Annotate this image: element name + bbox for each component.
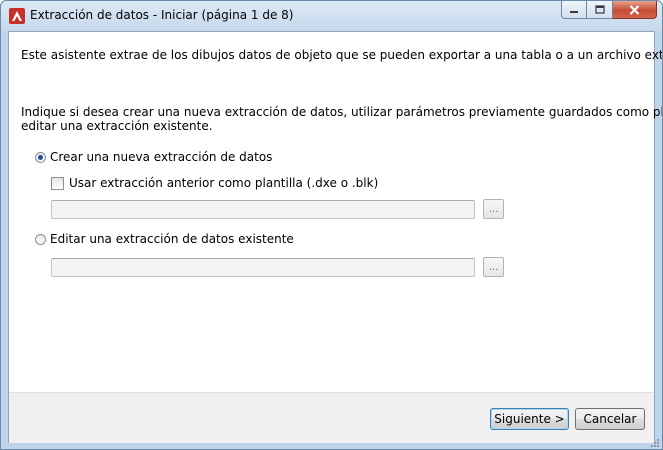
radio-new-extraction[interactable] <box>35 152 46 163</box>
existing-extraction-browse-button[interactable]: ... <box>483 257 504 277</box>
radio-selected-dot <box>38 155 43 160</box>
title-bar[interactable]: Extracción de datos - Iniciar (página 1 … <box>1 1 662 31</box>
template-browse-button[interactable]: ... <box>483 199 504 219</box>
dialog-window: Extracción de datos - Iniciar (página 1 … <box>0 0 663 450</box>
content-panel: Este asistente extrae de los dibujos dat… <box>9 32 662 392</box>
instruction-text-line1: Indique si desea crear una nueva extracc… <box>21 105 663 119</box>
instruction-text-line2: editar una extracción existente. <box>21 119 213 133</box>
resize-grip-icon[interactable] <box>650 438 660 448</box>
maximize-button[interactable] <box>587 1 613 19</box>
dialog-footer: Siguiente > Cancelar <box>9 392 654 443</box>
minimize-icon <box>570 10 578 13</box>
maximize-icon <box>594 5 605 14</box>
radio-edit-extraction-label[interactable]: Editar una extracción de datos existente <box>50 232 294 247</box>
minimize-button[interactable] <box>561 1 587 19</box>
existing-extraction-path-field[interactable] <box>51 258 475 277</box>
intro-text: Este asistente extrae de los dibujos dat… <box>21 48 663 62</box>
close-button[interactable] <box>613 1 657 19</box>
use-template-checkbox[interactable] <box>51 177 64 190</box>
use-template-label[interactable]: Usar extracción anterior como plantilla … <box>69 176 378 191</box>
radio-new-extraction-label[interactable]: Crear una nueva extracción de datos <box>50 150 272 165</box>
cancel-button[interactable]: Cancelar <box>575 408 645 430</box>
autocad-app-icon <box>9 8 25 24</box>
template-path-field[interactable] <box>51 200 475 219</box>
radio-edit-extraction[interactable] <box>35 234 46 245</box>
dialog-client-area: Este asistente extrae de los dibujos dat… <box>8 31 662 443</box>
next-button[interactable]: Siguiente > <box>490 408 569 430</box>
window-title: Extracción de datos - Iniciar (página 1 … <box>30 8 294 22</box>
close-icon <box>629 4 640 15</box>
